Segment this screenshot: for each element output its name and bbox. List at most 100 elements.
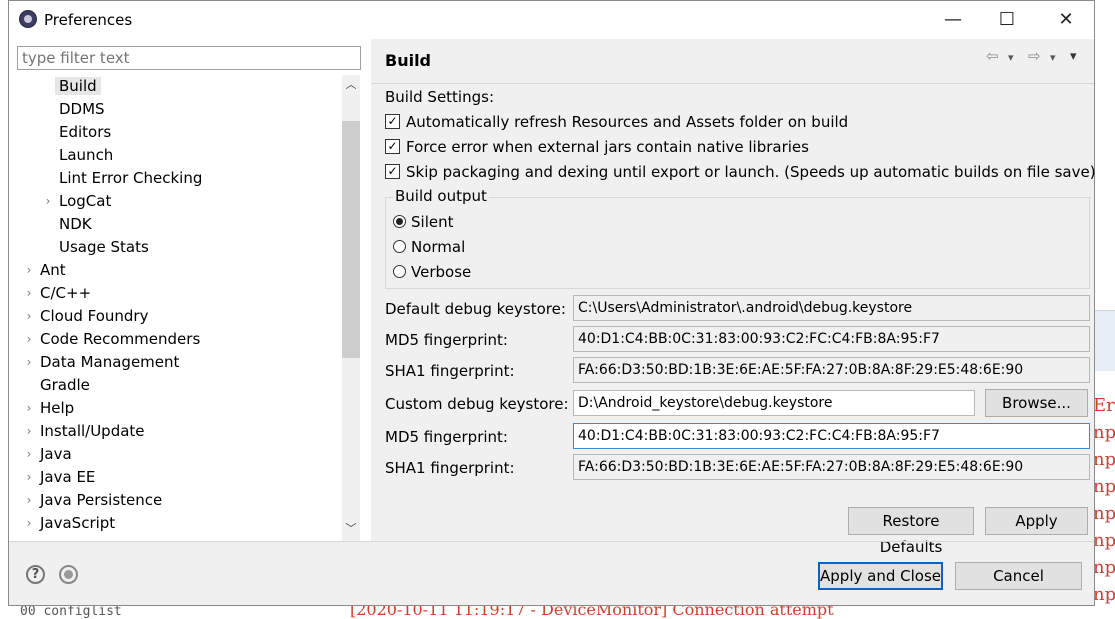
tree-item[interactable]: Gradle (40, 374, 90, 396)
tree-item-label: DDMS (59, 100, 105, 118)
forward-arrow-icon[interactable]: ⇨ (1028, 47, 1041, 65)
browse-button[interactable]: Browse... (985, 389, 1088, 417)
title-separator (371, 83, 1094, 84)
expand-chevron-icon[interactable]: › (24, 512, 34, 534)
tree-item[interactable]: NDK (59, 213, 92, 235)
tree-item[interactable]: › Help (27, 397, 75, 419)
checkbox-label: Automatically refresh Resources and Asse… (406, 113, 849, 131)
expand-chevron-icon[interactable]: › (24, 351, 34, 373)
maximize-button[interactable]: ☐ (984, 7, 1030, 33)
default-keystore-label: Default debug keystore: (385, 300, 566, 318)
tree-item[interactable]: › Java (27, 443, 72, 465)
tree-item[interactable]: › LogCat (46, 190, 112, 212)
expand-chevron-icon[interactable]: › (24, 489, 34, 511)
custom-md5-label: MD5 fingerprint: (385, 428, 508, 446)
tree-item[interactable]: › Java Persistence (27, 489, 163, 511)
checkbox-label: Force error when external jars contain n… (406, 138, 809, 156)
expand-chevron-icon[interactable]: › (43, 190, 53, 212)
close-button[interactable]: ✕ (1043, 7, 1089, 33)
checkbox-checked-icon[interactable]: ✓ (385, 114, 400, 129)
help-icon[interactable]: ? (26, 565, 45, 584)
expand-chevron-icon[interactable]: › (24, 282, 34, 304)
back-menu-chevron-icon[interactable]: ▾ (1008, 51, 1014, 64)
tree-item[interactable]: › Ant (27, 259, 66, 281)
checkbox-checked-icon[interactable]: ✓ (385, 139, 400, 154)
radio-silent[interactable]: Silent (393, 212, 453, 232)
tree-item[interactable]: Launch (59, 144, 113, 166)
tree-item-label: Build (55, 77, 101, 95)
expand-chevron-icon[interactable]: › (24, 305, 34, 327)
tree-item[interactable]: Editors (59, 121, 111, 143)
tree-item[interactable]: › Code Recommenders (27, 328, 201, 350)
tree-item-label: NDK (59, 215, 92, 233)
page-title: Build (385, 51, 432, 70)
skip-packaging-checkbox[interactable]: ✓ Skip packaging and dexing until export … (385, 162, 1096, 182)
radio-unselected-icon[interactable] (393, 240, 406, 253)
tree-item-label: Cloud Foundry (40, 307, 149, 325)
tree-item[interactable]: › C/C++ (27, 282, 92, 304)
scroll-up-arrow[interactable]: ︿ (342, 75, 360, 95)
radio-label: Verbose (411, 263, 472, 281)
preference-tree-pane: Build DDMS Editors Launch Lint Error Checkin… (9, 39, 372, 541)
expand-chevron-icon[interactable]: › (24, 397, 34, 419)
tree-item-label: Lint Error Checking (59, 169, 203, 187)
radio-label: Normal (411, 238, 466, 256)
custom-keystore-input[interactable]: D:\Android_keystore\debug.keystore (573, 390, 975, 416)
expand-chevron-icon[interactable]: › (24, 259, 34, 281)
radio-selected-icon[interactable] (393, 215, 406, 228)
custom-keystore-label: Custom debug keystore: (385, 395, 569, 413)
md5-label: MD5 fingerprint: (385, 331, 508, 349)
md5-field: 40:D1:C4:BB:0C:31:83:00:93:C2:FC:C4:FB:8… (573, 326, 1090, 352)
auto-refresh-checkbox[interactable]: ✓ Automatically refresh Resources and Ass… (385, 112, 848, 132)
custom-md5-field[interactable]: 40:D1:C4:BB:0C:31:83:00:93:C2:FC:C4:FB:8… (573, 423, 1090, 449)
tree-item[interactable]: › Cloud Foundry (27, 305, 149, 327)
cancel-button[interactable]: Cancel (955, 562, 1082, 590)
back-arrow-icon[interactable]: ⇦ (986, 47, 999, 65)
background-panel-strip (1095, 310, 1115, 371)
forward-menu-chevron-icon[interactable]: ▾ (1050, 51, 1056, 64)
radio-unselected-icon[interactable] (393, 265, 406, 278)
tree-item-label: Ant (40, 261, 66, 279)
tree-item-label: JavaScript (40, 514, 116, 532)
apply-and-close-button[interactable]: Apply and Close (818, 562, 943, 590)
build-output-legend: Build output (393, 187, 489, 205)
tree-item-label: C/C++ (40, 284, 92, 302)
tree-item[interactable]: › Install/Update (27, 420, 145, 442)
checkbox-checked-icon[interactable]: ✓ (385, 164, 400, 179)
force-error-checkbox[interactable]: ✓ Force error when external jars contain … (385, 137, 809, 157)
radio-label: Silent (411, 213, 454, 231)
scroll-down-arrow[interactable]: ﹀ (342, 519, 360, 539)
tree-item-label: Editors (59, 123, 112, 141)
expand-chevron-icon[interactable]: › (24, 466, 34, 488)
apply-button[interactable]: Apply (985, 507, 1088, 535)
filter-input[interactable] (17, 46, 361, 70)
scroll-thumb[interactable] (342, 121, 360, 358)
tree-item[interactable]: › JavaScript (27, 512, 116, 534)
tree-item-label: Install/Update (40, 422, 145, 440)
custom-sha1-label: SHA1 fingerprint: (385, 459, 515, 477)
title-bar[interactable]: Preferences — ☐ ✕ (9, 1, 1094, 39)
tree-item[interactable]: DDMS (59, 98, 105, 120)
expand-chevron-icon[interactable]: › (24, 420, 34, 442)
eclipse-icon (19, 10, 37, 28)
sha1-field: FA:66:D3:50:BD:1B:3E:6E:AE:5F:FA:27:0B:8… (573, 357, 1090, 383)
radio-verbose[interactable]: Verbose (393, 262, 471, 282)
tree-item[interactable]: Lint Error Checking (59, 167, 202, 189)
preferences-link-icon[interactable] (59, 565, 78, 584)
tree-item-label: Java (40, 445, 72, 463)
tree-item[interactable]: › Java EE (27, 466, 96, 488)
view-menu-chevron-icon[interactable]: ▾ (1070, 49, 1077, 64)
preferences-dialog: Preferences — ☐ ✕ Build DDMS Editors Launch… (8, 0, 1096, 606)
tree-item[interactable]: › Data Management (27, 351, 180, 373)
tree-item[interactable]: Build (55, 75, 101, 97)
tree-scrollbar[interactable]: ︿ ﹀ (342, 75, 360, 541)
expand-chevron-icon[interactable]: › (24, 328, 34, 350)
minimize-button[interactable]: — (930, 7, 976, 33)
radio-normal[interactable]: Normal (393, 237, 465, 257)
sha1-label: SHA1 fingerprint: (385, 362, 515, 380)
preference-tree: Build DDMS Editors Launch Lint Error Checkin… (9, 75, 342, 541)
tree-item-label: Java EE (40, 468, 96, 486)
expand-chevron-icon[interactable]: › (24, 443, 34, 465)
tree-item[interactable]: Usage Stats (59, 236, 149, 258)
restore-defaults-button[interactable]: Restore Defaults (848, 507, 974, 556)
